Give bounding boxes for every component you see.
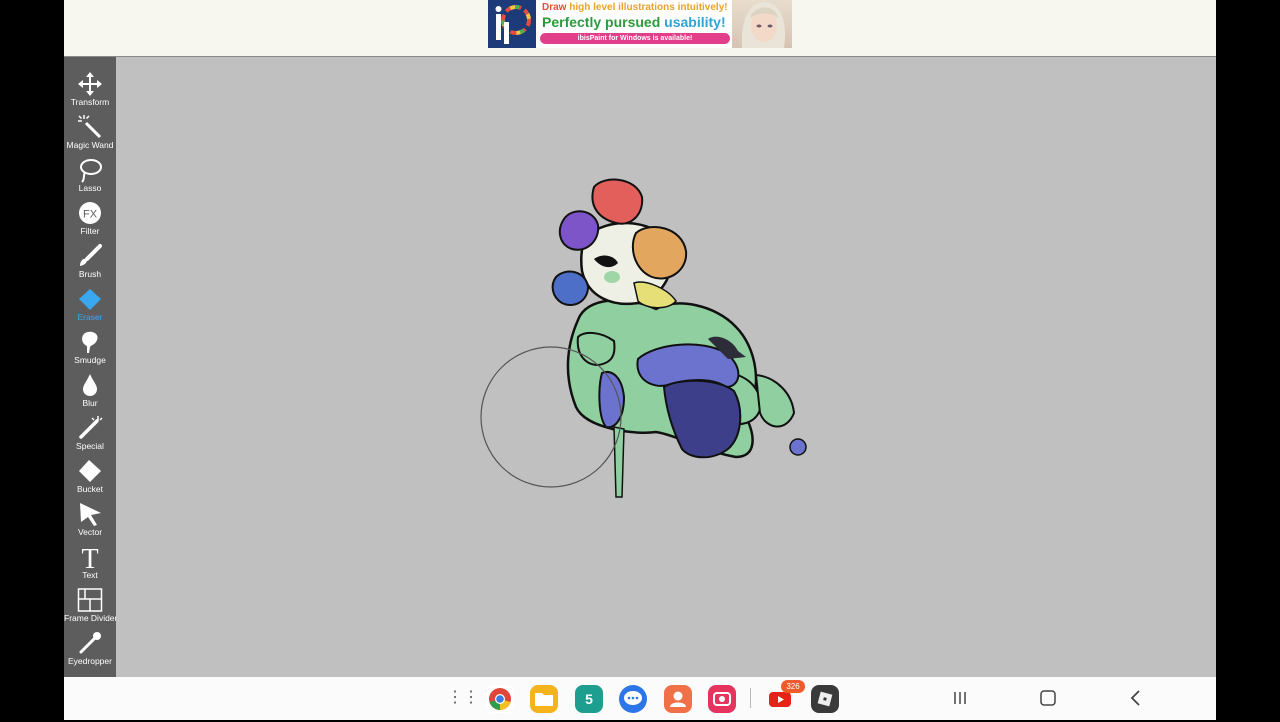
blur-icon — [77, 372, 103, 398]
smudge-icon — [77, 329, 103, 355]
files-icon[interactable] — [530, 685, 558, 713]
calendar-icon[interactable]: 5 — [575, 685, 603, 713]
taskbar-divider — [750, 688, 751, 708]
bucket-icon — [77, 458, 103, 484]
text-icon: T — [77, 544, 103, 575]
tool-brush[interactable]: Brush — [64, 241, 116, 284]
tool-special[interactable]: Special — [64, 413, 116, 456]
ad-banner[interactable]: Draw high level illustrations intuitivel… — [488, 0, 792, 48]
frame-divider-icon — [77, 587, 103, 613]
transform-icon — [77, 71, 103, 97]
tool-text[interactable]: T Text — [64, 542, 116, 585]
eraser-icon — [77, 286, 103, 312]
home-icon[interactable] — [1036, 687, 1060, 709]
ad-line1: Draw high level illustrations intuitivel… — [542, 2, 728, 13]
lasso-icon — [77, 157, 103, 183]
ad-pill: ibisPaint for Windows is available! — [540, 33, 730, 44]
tool-frame-divider[interactable]: Frame Divider — [64, 585, 117, 628]
svg-text:T: T — [81, 544, 98, 570]
messages-icon[interactable] — [619, 685, 647, 713]
tool-eraser[interactable]: Eraser — [64, 284, 116, 327]
screen-recorder-icon[interactable] — [708, 685, 736, 713]
app-drawer-icon[interactable]: ⋮⋮⋮ — [447, 687, 495, 709]
tool-bucket[interactable]: Bucket — [64, 456, 116, 499]
eyedropper-icon — [77, 630, 103, 656]
chrome-icon[interactable] — [486, 685, 514, 713]
special-icon — [77, 415, 103, 441]
tool-smudge[interactable]: Smudge — [64, 327, 116, 370]
fx-icon: FX — [77, 200, 103, 226]
contacts-icon[interactable] — [664, 685, 692, 713]
roblox-icon[interactable] — [811, 685, 839, 713]
magic-wand-icon — [77, 114, 103, 140]
tool-magic-wand[interactable]: Magic Wand — [64, 112, 116, 155]
ad-character-image — [732, 0, 792, 48]
svg-text:FX: FX — [83, 209, 98, 221]
tool-panel: Transform Magic Wand Lasso FX Filter Bru… — [64, 57, 117, 677]
tool-filter[interactable]: FX Filter — [64, 198, 116, 241]
brush-icon — [77, 243, 103, 269]
tool-blur[interactable]: Blur — [64, 370, 116, 413]
tool-transform[interactable]: Transform — [64, 69, 116, 112]
back-icon[interactable] — [1124, 687, 1148, 709]
tool-lasso[interactable]: Lasso — [64, 155, 116, 198]
ad-bar: Draw high level illustrations intuitivel… — [64, 0, 1216, 57]
ad-line2: Perfectly pursued usability! — [542, 14, 726, 30]
drawing-canvas[interactable] — [116, 57, 1216, 677]
tool-eyedropper[interactable]: Eyedropper — [64, 628, 116, 671]
youtube-notification-badge: 326 — [781, 680, 805, 693]
ibispaint-screen: Draw high level illustrations intuitivel… — [64, 0, 1216, 720]
artwork — [480, 178, 807, 498]
recent-apps-icon[interactable] — [948, 687, 972, 709]
tool-vector[interactable]: Vector — [64, 499, 116, 542]
ibispaint-logo-icon — [488, 0, 536, 48]
vector-icon — [77, 501, 103, 527]
